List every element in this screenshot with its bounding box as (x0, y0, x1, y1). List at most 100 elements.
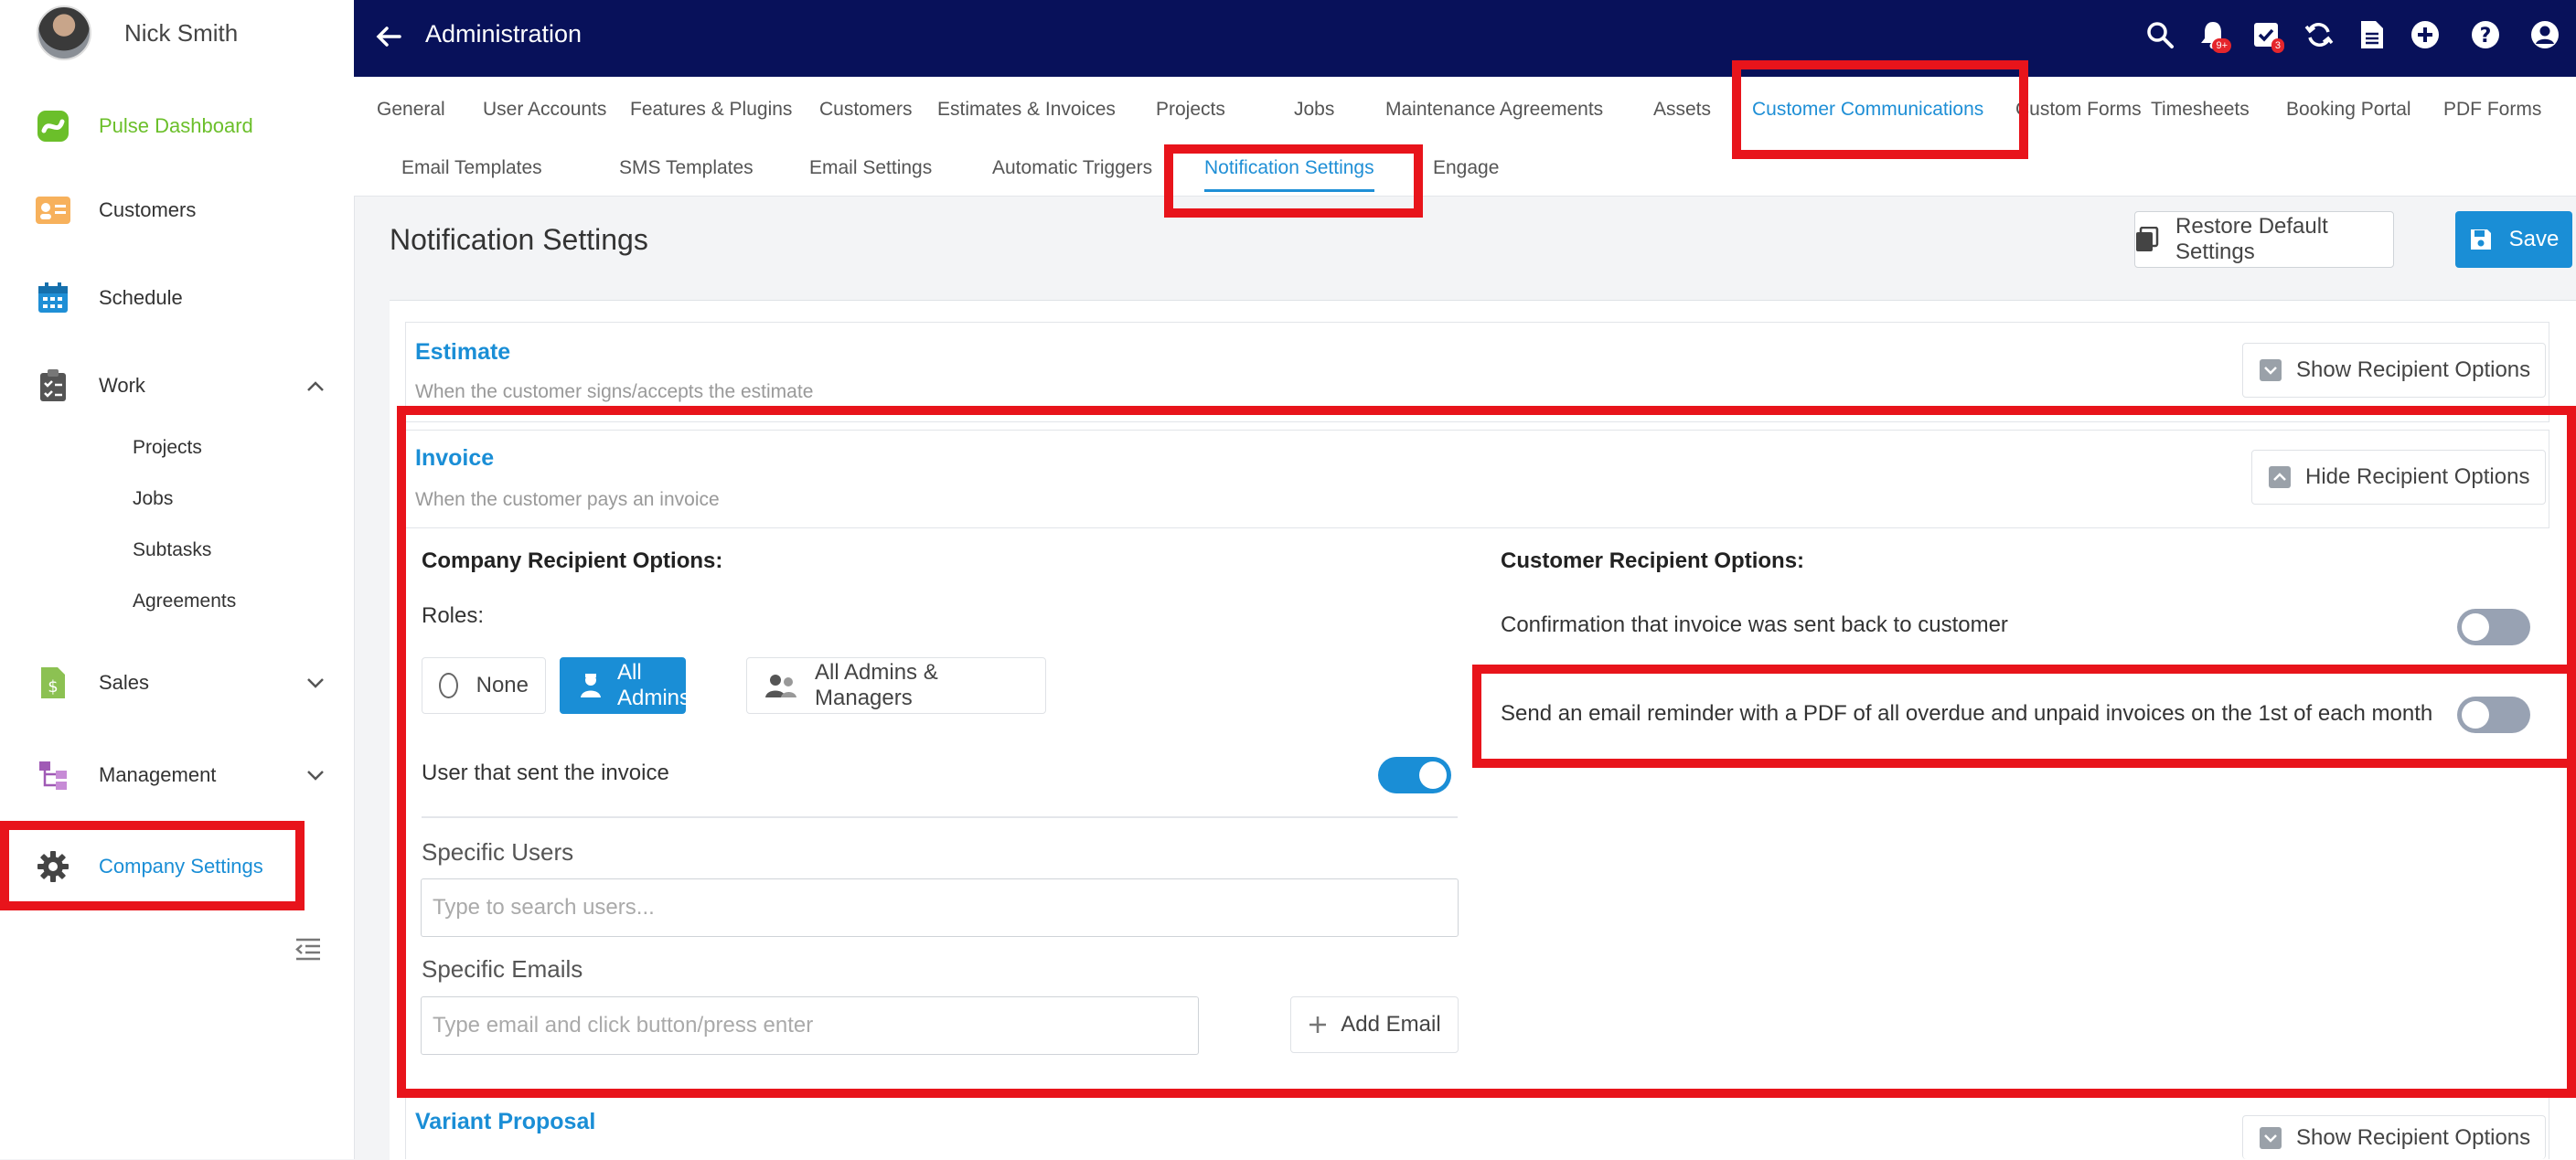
sidebar-item-company-settings[interactable]: Company Settings (35, 848, 263, 885)
svg-text:$: $ (48, 677, 58, 697)
specific-users-label: Specific Users (422, 838, 574, 866)
subtab-email-settings[interactable]: Email Settings (809, 157, 932, 179)
tab-general[interactable]: General (377, 99, 445, 121)
tab-booking-portal[interactable]: Booking Portal (2286, 99, 2411, 121)
role-all-admins-button[interactable]: All Admins (560, 657, 690, 714)
sidebar-item-sales[interactable]: $ Sales (35, 665, 324, 701)
chevron-down-icon[interactable] (302, 671, 329, 695)
sidebar-item-label: Work (99, 374, 145, 397)
confirmation-toggle[interactable] (2457, 609, 2530, 645)
sidebar-subitem-subtasks[interactable]: Subtasks (133, 539, 211, 561)
specific-emails-label: Specific Emails (422, 955, 583, 983)
account-icon[interactable] (2525, 15, 2565, 55)
tab-assets[interactable]: Assets (1653, 99, 1711, 121)
overdue-reminder-label: Send an email reminder with a PDF of all… (1501, 701, 2433, 726)
collapse-sidebar-icon[interactable] (294, 937, 322, 963)
role-none-button[interactable]: None (422, 657, 546, 714)
overdue-reminder-toggle[interactable] (2457, 697, 2530, 733)
user-sent-invoice-toggle[interactable] (1378, 757, 1451, 793)
tab-user-accounts[interactable]: User Accounts (483, 99, 606, 121)
back-arrow-icon[interactable] (370, 18, 407, 55)
admin-tabs: General User Accounts Features & Plugins… (354, 77, 2576, 147)
user-name: Nick Smith (124, 18, 239, 47)
tab-features-plugins[interactable]: Features & Plugins (630, 99, 792, 121)
communication-subtabs: Email Templates SMS Templates Email Sett… (354, 146, 2576, 197)
help-icon[interactable]: ? (2465, 15, 2506, 55)
restore-default-settings-button[interactable]: Restore Default Settings (2134, 211, 2394, 268)
tab-pdf-forms[interactable]: PDF Forms (2443, 99, 2541, 121)
estimate-title[interactable]: Estimate (415, 339, 510, 366)
dollar-doc-icon: $ (35, 665, 71, 701)
specific-emails-input[interactable] (421, 996, 1199, 1055)
sidebar-item-schedule[interactable]: Schedule (35, 280, 183, 316)
add-email-button[interactable]: Add Email (1290, 996, 1459, 1053)
tab-maintenance-agreements[interactable]: Maintenance Agreements (1385, 99, 1603, 121)
estimate-subtitle: When the customer signs/accepts the esti… (415, 381, 814, 402)
user-profile[interactable]: Nick Smith (37, 5, 238, 60)
subtab-automatic-triggers[interactable]: Automatic Triggers (992, 157, 1152, 179)
top-bar: Administration 9+ 3 ? (354, 0, 2576, 77)
chevron-up-icon (2269, 466, 2291, 488)
sidebar-item-management[interactable]: Management (35, 757, 324, 793)
add-circle-icon[interactable] (2405, 15, 2445, 55)
invoice-title[interactable]: Invoice (415, 445, 494, 472)
admin-user-icon (577, 672, 604, 699)
restore-icon (2135, 227, 2159, 252)
save-button[interactable]: Save (2455, 211, 2572, 268)
button-label: Show Recipient Options (2296, 357, 2531, 382)
notification-bell-icon[interactable]: 9+ (2193, 15, 2233, 55)
chevron-up-icon[interactable] (302, 374, 329, 398)
company-recipient-options-heading: Company Recipient Options: (422, 548, 723, 573)
sidebar-item-customers[interactable]: Customers (35, 192, 196, 229)
tab-customer-communications[interactable]: Customer Communications (1752, 99, 1983, 121)
variant-proposal-section: Variant Proposal (405, 1091, 2549, 1159)
tab-estimates-invoices[interactable]: Estimates & Invoices (937, 99, 1116, 121)
tab-jobs[interactable]: Jobs (1294, 99, 1334, 121)
role-label: All Admins & Managers (815, 660, 938, 710)
floppy-disk-icon (2469, 228, 2493, 251)
save-label: Save (2508, 227, 2560, 251)
invoice-section: Invoice When the customer pays an invoic… (405, 430, 2549, 528)
role-all-admins-managers-button[interactable]: All Admins & Managers (746, 657, 1046, 714)
document-icon[interactable] (2352, 15, 2392, 55)
chevron-down-icon[interactable] (302, 763, 329, 787)
notification-badge: 9+ (2212, 38, 2231, 53)
customers-card-icon (35, 192, 71, 229)
button-label: Hide Recipient Options (2305, 464, 2530, 489)
svg-text:?: ? (2480, 25, 2492, 48)
role-label: None (476, 673, 529, 697)
specific-users-input[interactable] (421, 878, 1459, 937)
subtab-sms-templates[interactable]: SMS Templates (619, 157, 754, 179)
variant-proposal-title[interactable]: Variant Proposal (415, 1109, 595, 1135)
role-label: All Admins (617, 660, 691, 710)
sidebar: Nick Smith Pulse Dashboard Customers Sch… (0, 0, 355, 1159)
subtab-notification-settings[interactable]: Notification Settings (1204, 157, 1374, 192)
sidebar-item-work[interactable]: Work (35, 367, 324, 404)
subtab-engage[interactable]: Engage (1433, 157, 1499, 179)
tasks-icon[interactable]: 3 (2246, 15, 2286, 55)
sidebar-item-label: Sales (99, 671, 150, 694)
tab-custom-forms[interactable]: Custom Forms (2015, 99, 2142, 121)
sidebar-item-pulse-dashboard[interactable]: Pulse Dashboard (35, 108, 253, 144)
sidebar-subitem-jobs[interactable]: Jobs (133, 488, 173, 510)
clipboard-icon (35, 367, 71, 404)
sync-icon[interactable] (2299, 15, 2339, 55)
estimate-show-recipient-options-button[interactable]: Show Recipient Options (2242, 343, 2546, 398)
estimate-section: Estimate When the customer signs/accepts… (405, 322, 2549, 422)
subtab-email-templates[interactable]: Email Templates (401, 157, 542, 179)
variant-show-recipient-options-button[interactable]: Show Recipient Options (2242, 1115, 2546, 1159)
add-email-label: Add Email (1341, 1012, 1441, 1037)
sidebar-subitem-projects[interactable]: Projects (133, 437, 202, 459)
toggle-knob (1419, 761, 1447, 789)
tab-customers[interactable]: Customers (819, 99, 913, 121)
tab-projects[interactable]: Projects (1156, 99, 1225, 121)
sidebar-item-label: Customers (99, 198, 197, 221)
avatar[interactable] (37, 5, 91, 60)
sidebar-subitem-agreements[interactable]: Agreements (133, 591, 236, 612)
search-icon[interactable] (2140, 15, 2180, 55)
invoice-subtitle: When the customer pays an invoice (415, 489, 720, 510)
button-label: Show Recipient Options (2296, 1124, 2531, 1150)
invoice-hide-recipient-options-button[interactable]: Hide Recipient Options (2251, 450, 2546, 505)
tab-timesheets[interactable]: Timesheets (2151, 99, 2250, 121)
sidebar-item-label: Company Settings (99, 855, 263, 878)
